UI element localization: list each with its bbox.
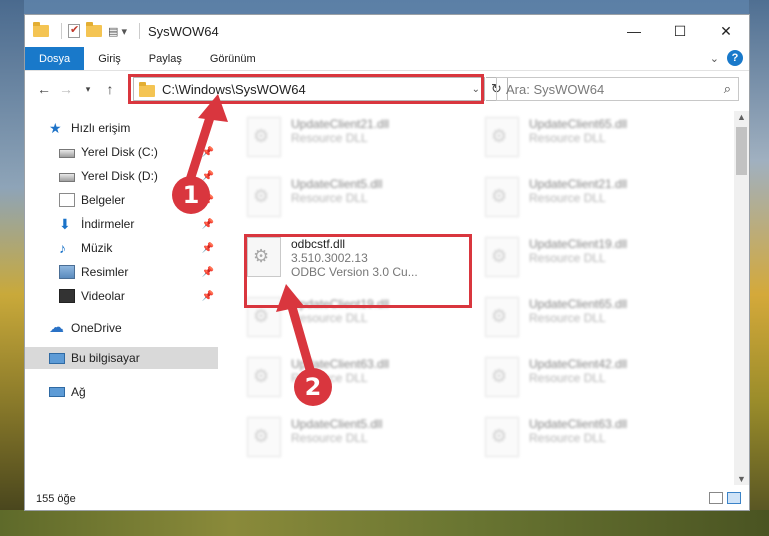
arrow-1 — [185, 94, 228, 185]
callout-badge-1: 1 — [172, 176, 210, 214]
callout-badge-2: 2 — [294, 368, 332, 406]
arrow-2 — [276, 284, 318, 385]
callout-arrows — [185, 94, 318, 385]
